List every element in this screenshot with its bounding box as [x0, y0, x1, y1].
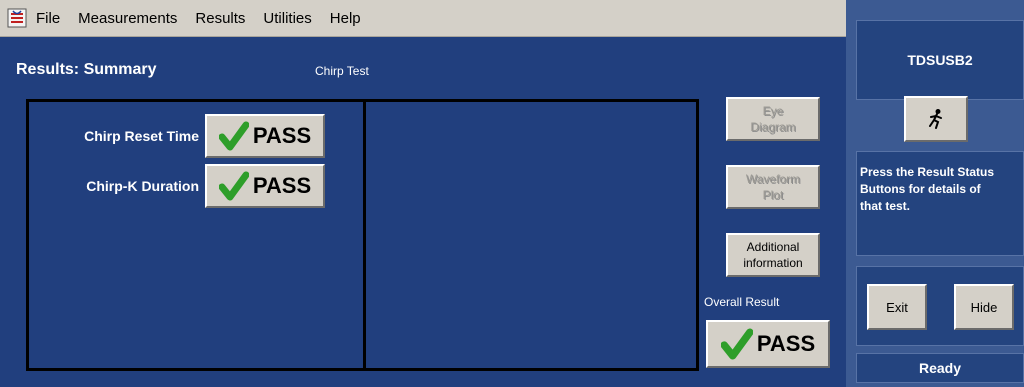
menu-help[interactable]: Help: [330, 10, 361, 27]
test-name: Chirp Test: [315, 64, 369, 78]
eye-diagram-button[interactable]: Eye Diagram: [726, 97, 820, 141]
overall-result-label: Overall Result: [704, 295, 780, 309]
running-man-icon: [929, 109, 942, 129]
result-text: PASS: [252, 173, 312, 198]
overall-result-button[interactable]: PASS: [706, 320, 830, 368]
test-label: Chirp Reset Time: [84, 128, 199, 144]
test-label: Chirp-K Duration: [86, 178, 199, 194]
menu-measurements[interactable]: Measurements: [78, 10, 177, 27]
test-results-panel: Chirp Reset Time PASS Chirp-K Duration P…: [26, 99, 366, 371]
overall-result-text: PASS: [756, 331, 816, 356]
menu-file[interactable]: File: [36, 10, 60, 27]
check-icon: [218, 121, 249, 151]
additional-information-button[interactable]: Additional information: [726, 233, 820, 277]
result-status-button-chirp-reset-time[interactable]: PASS: [205, 114, 325, 158]
page-title: Results: Summary: [16, 61, 157, 78]
check-icon: [218, 171, 249, 201]
test-row-chirp-reset-time: Chirp Reset Time PASS: [33, 114, 325, 158]
results-main-panel: Results: Summary Chirp Test Chirp Reset …: [0, 37, 846, 387]
run-button[interactable]: [904, 96, 968, 142]
check-icon: [720, 328, 753, 360]
help-message: Press the Result Status Buttons for deta…: [856, 151, 1024, 256]
details-panel: [363, 99, 699, 371]
exit-button[interactable]: Exit: [867, 284, 927, 330]
hide-button[interactable]: Hide: [954, 284, 1014, 330]
app-name: TDSUSB2: [856, 20, 1024, 100]
waveform-plot-button[interactable]: Waveform Plot: [726, 165, 820, 209]
app-logo-icon[interactable]: [6, 7, 28, 29]
menu-bar: File Measurements Results Utilities Help: [0, 0, 846, 37]
menu-results[interactable]: Results: [195, 10, 245, 27]
status-text: Ready: [856, 353, 1024, 383]
result-text: PASS: [252, 123, 312, 148]
test-row-chirp-k-duration: Chirp-K Duration PASS: [33, 164, 325, 208]
sidebar: TDSUSB2 Press the Result Status Buttons …: [846, 0, 1024, 387]
result-status-button-chirp-k-duration[interactable]: PASS: [205, 164, 325, 208]
menu-utilities[interactable]: Utilities: [263, 10, 311, 27]
